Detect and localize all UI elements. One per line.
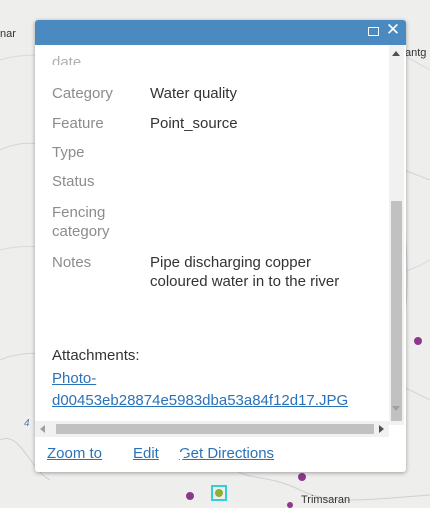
popup-pointer	[174, 452, 188, 461]
scroll-right-arrow-icon[interactable]	[379, 425, 384, 433]
maximize-icon	[368, 27, 379, 36]
horizontal-scroll-thumb[interactable]	[56, 424, 374, 434]
map-place-label: antg	[405, 47, 427, 59]
map-place-label: nar	[0, 28, 16, 40]
map-place-label: Trimsaran	[301, 494, 351, 506]
map-feature-point[interactable]	[186, 492, 194, 500]
popup-content[interactable]: date Category Water quality Feature Poin…	[35, 45, 389, 425]
scroll-up-arrow-icon[interactable]	[392, 51, 400, 56]
close-button[interactable]: ✕	[385, 20, 401, 39]
map-feature-point[interactable]	[298, 473, 306, 481]
maximize-button[interactable]	[366, 23, 382, 39]
attribute-key: Type	[52, 144, 85, 161]
selected-feature-highlight[interactable]	[211, 485, 227, 501]
vertical-scroll-thumb[interactable]	[391, 201, 402, 421]
get-directions-link[interactable]: Get Directions	[179, 445, 274, 462]
map-marker-number: 4	[24, 418, 30, 429]
attribute-key: Feature	[52, 115, 104, 132]
attribute-key: date	[52, 54, 82, 65]
attribute-value: Pipe discharging copper coloured water i…	[150, 254, 340, 290]
attribute-value: Point_source	[150, 115, 238, 132]
attribute-key: Status	[52, 173, 95, 190]
attribute-key: Notes	[52, 254, 92, 271]
edit-link[interactable]: Edit	[133, 445, 159, 462]
attachments-label: Attachments:	[52, 347, 140, 364]
attachment-link-line: Photo-	[52, 370, 97, 387]
attribute-key: Category	[52, 85, 113, 102]
horizontal-scrollbar[interactable]	[35, 421, 389, 437]
map-feature-point[interactable]	[414, 337, 422, 345]
attachment-link[interactable]: Photo- d00453eb28874e5983dba53a84f12d17.…	[52, 368, 389, 412]
popup-header: ✕	[35, 20, 406, 45]
scroll-down-arrow-icon[interactable]	[392, 406, 400, 411]
attachment-link-line: d00453eb28874e5983dba53a84f12d17.JPG	[52, 392, 349, 409]
scroll-left-arrow-icon[interactable]	[40, 425, 45, 433]
selected-feature-point	[215, 489, 223, 497]
vertical-scrollbar[interactable]	[389, 45, 404, 425]
close-icon: ✕	[385, 20, 401, 39]
attribute-value: Water quality	[150, 85, 237, 102]
feature-popup: ✕ date Category Water quality Feature Po…	[35, 20, 406, 472]
popup-actions: Zoom to Edit Get Directions	[35, 440, 406, 470]
zoom-to-link[interactable]: Zoom to	[47, 445, 102, 462]
attribute-key: Fencing category	[52, 204, 110, 240]
map-feature-point[interactable]	[287, 502, 293, 508]
